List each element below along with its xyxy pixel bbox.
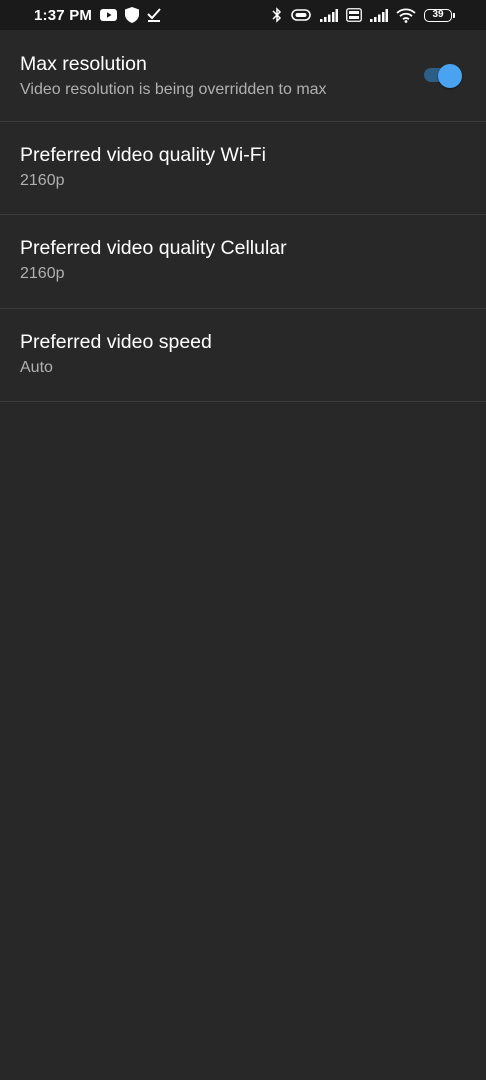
status-bar: 1:37 PM 39: [0, 0, 486, 30]
shield-icon: [125, 7, 140, 23]
setting-title: Preferred video speed: [20, 331, 212, 353]
setting-preferred-quality-wifi[interactable]: Preferred video quality Wi-Fi 2160p: [0, 122, 486, 215]
battery-level: 39: [432, 9, 444, 20]
setting-title: Max resolution: [20, 53, 147, 75]
setting-subtitle: 2160p: [20, 172, 65, 189]
check-download-icon: [147, 8, 161, 22]
settings-list: Max resolution Video resolution is being…: [0, 30, 486, 402]
setting-max-resolution[interactable]: Max resolution Video resolution is being…: [0, 30, 486, 122]
status-bar-left: 1:37 PM: [34, 6, 161, 24]
status-bar-right: 39: [272, 6, 455, 24]
setting-title: Preferred video quality Wi-Fi: [20, 144, 266, 166]
status-time: 1:37 PM: [34, 6, 93, 24]
setting-title: Preferred video quality Cellular: [20, 237, 287, 259]
setting-subtitle: Video resolution is being overridden to …: [20, 81, 327, 98]
cell-signal-icon: [320, 8, 338, 22]
setting-preferred-video-speed[interactable]: Preferred video speed Auto: [0, 309, 486, 402]
toggle-thumb: [438, 64, 462, 88]
vibrate-icon: [291, 9, 311, 21]
max-resolution-toggle[interactable]: [424, 64, 462, 88]
youtube-icon: [100, 9, 118, 21]
bluetooth-icon: [272, 7, 282, 23]
setting-subtitle: Auto: [20, 359, 53, 376]
cell-signal-icon: [370, 8, 388, 22]
settings-screen: 1:37 PM 39 Max resolution Video resoluti…: [0, 0, 486, 1080]
volte-icon: [346, 8, 362, 22]
wifi-icon: [396, 8, 416, 23]
setting-preferred-quality-cellular[interactable]: Preferred video quality Cellular 2160p: [0, 215, 486, 309]
setting-subtitle: 2160p: [20, 265, 65, 282]
battery-icon: 39: [424, 8, 455, 22]
